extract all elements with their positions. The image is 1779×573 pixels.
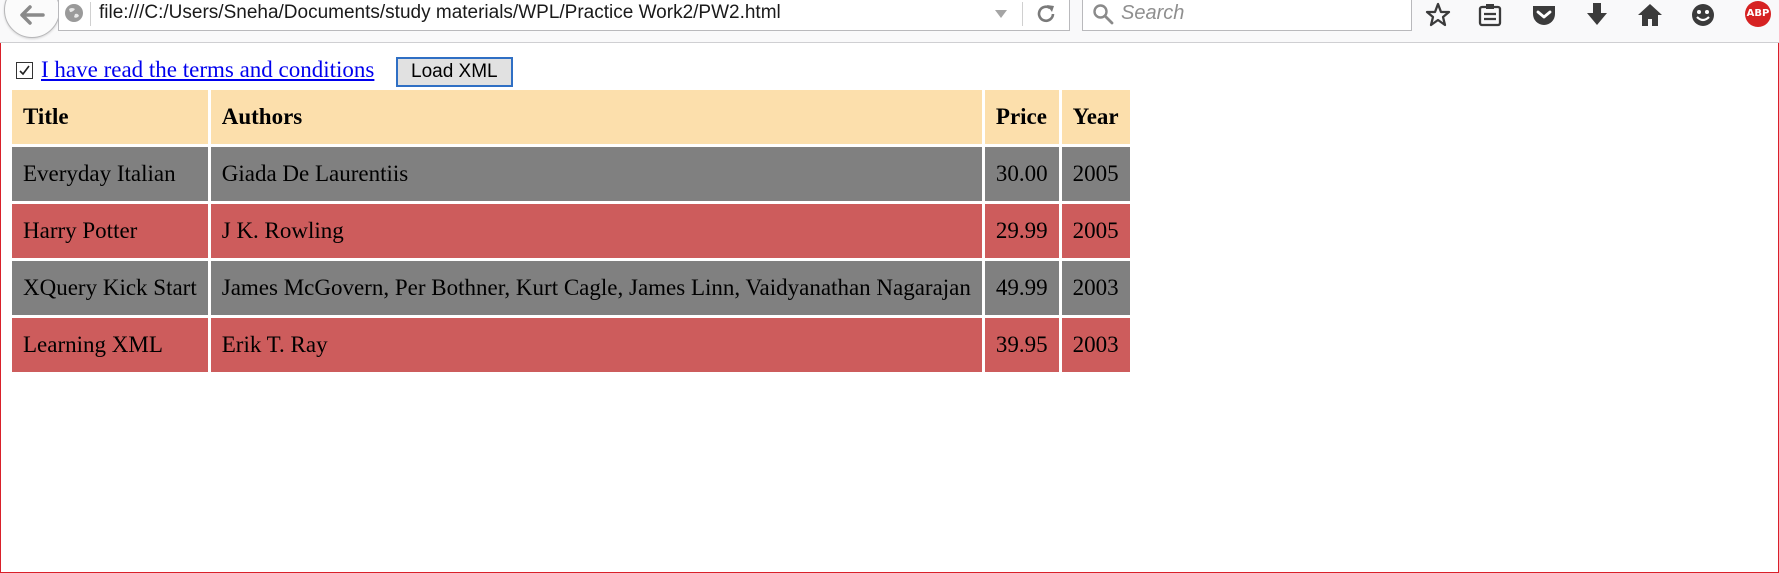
cell-year: 2005 <box>1061 147 1130 201</box>
column-header-price: Price <box>984 90 1059 144</box>
column-header-year: Year <box>1061 90 1130 144</box>
books-table: Title Authors Price Year Everyday Italia… <box>9 87 1133 375</box>
search-bar[interactable]: Search <box>1082 0 1412 31</box>
cell-title: Learning XML <box>12 318 208 372</box>
emoji-icon[interactable] <box>1690 2 1716 28</box>
url-bar[interactable]: file:///C:/Users/Sneha/Documents/study m… <box>58 0 1070 31</box>
cell-price: 29.99 <box>984 204 1059 258</box>
cell-price: 39.95 <box>984 318 1059 372</box>
url-separator <box>90 2 91 26</box>
search-placeholder[interactable]: Search <box>1121 2 1184 25</box>
cell-title: Everyday Italian <box>12 147 208 201</box>
url-text[interactable]: file:///C:/Users/Sneha/Documents/study m… <box>99 2 781 24</box>
cell-year: 2003 <box>1061 261 1130 315</box>
cell-year: 2003 <box>1061 318 1130 372</box>
pocket-icon[interactable] <box>1531 2 1557 28</box>
star-icon[interactable] <box>1425 2 1451 28</box>
table-row: Everyday Italian Giada De Laurentiis 30.… <box>12 147 1130 201</box>
reload-separator <box>1022 2 1023 26</box>
table-row: Harry Potter J K. Rowling 29.99 2005 <box>12 204 1130 258</box>
table-header-row: Title Authors Price Year <box>12 90 1130 144</box>
terms-link[interactable]: I have read the terms and conditions <box>41 57 374 83</box>
cell-title: XQuery Kick Start <box>12 261 208 315</box>
reading-list-icon[interactable] <box>1477 2 1503 28</box>
table-row: XQuery Kick Start James McGovern, Per Bo… <box>12 261 1130 315</box>
load-xml-button[interactable]: Load XML <box>396 57 513 87</box>
back-arrow-icon <box>20 5 45 25</box>
chevron-down-icon[interactable] <box>994 9 1008 19</box>
search-icon <box>1093 4 1114 25</box>
download-icon[interactable] <box>1584 2 1610 28</box>
home-icon[interactable] <box>1637 2 1663 28</box>
browser-toolbar: file:///C:/Users/Sneha/Documents/study m… <box>0 0 1779 43</box>
cell-authors: James McGovern, Per Bothner, Kurt Cagle,… <box>210 261 982 315</box>
cell-authors: Giada De Laurentiis <box>210 147 982 201</box>
column-header-title: Title <box>12 90 208 144</box>
cell-title: Harry Potter <box>12 204 208 258</box>
cell-price: 49.99 <box>984 261 1059 315</box>
checkmark-icon <box>19 65 30 76</box>
cell-authors: Erik T. Ray <box>210 318 982 372</box>
terms-checkbox[interactable] <box>16 62 33 79</box>
cell-year: 2005 <box>1061 204 1130 258</box>
table-row: Learning XML Erik T. Ray 39.95 2003 <box>12 318 1130 372</box>
column-header-authors: Authors <box>210 90 982 144</box>
back-button[interactable] <box>4 0 60 38</box>
adblock-icon[interactable]: ABP <box>1745 1 1771 27</box>
cell-price: 30.00 <box>984 147 1059 201</box>
globe-icon <box>65 4 83 22</box>
reload-icon[interactable] <box>1034 2 1058 26</box>
cell-authors: J K. Rowling <box>210 204 982 258</box>
